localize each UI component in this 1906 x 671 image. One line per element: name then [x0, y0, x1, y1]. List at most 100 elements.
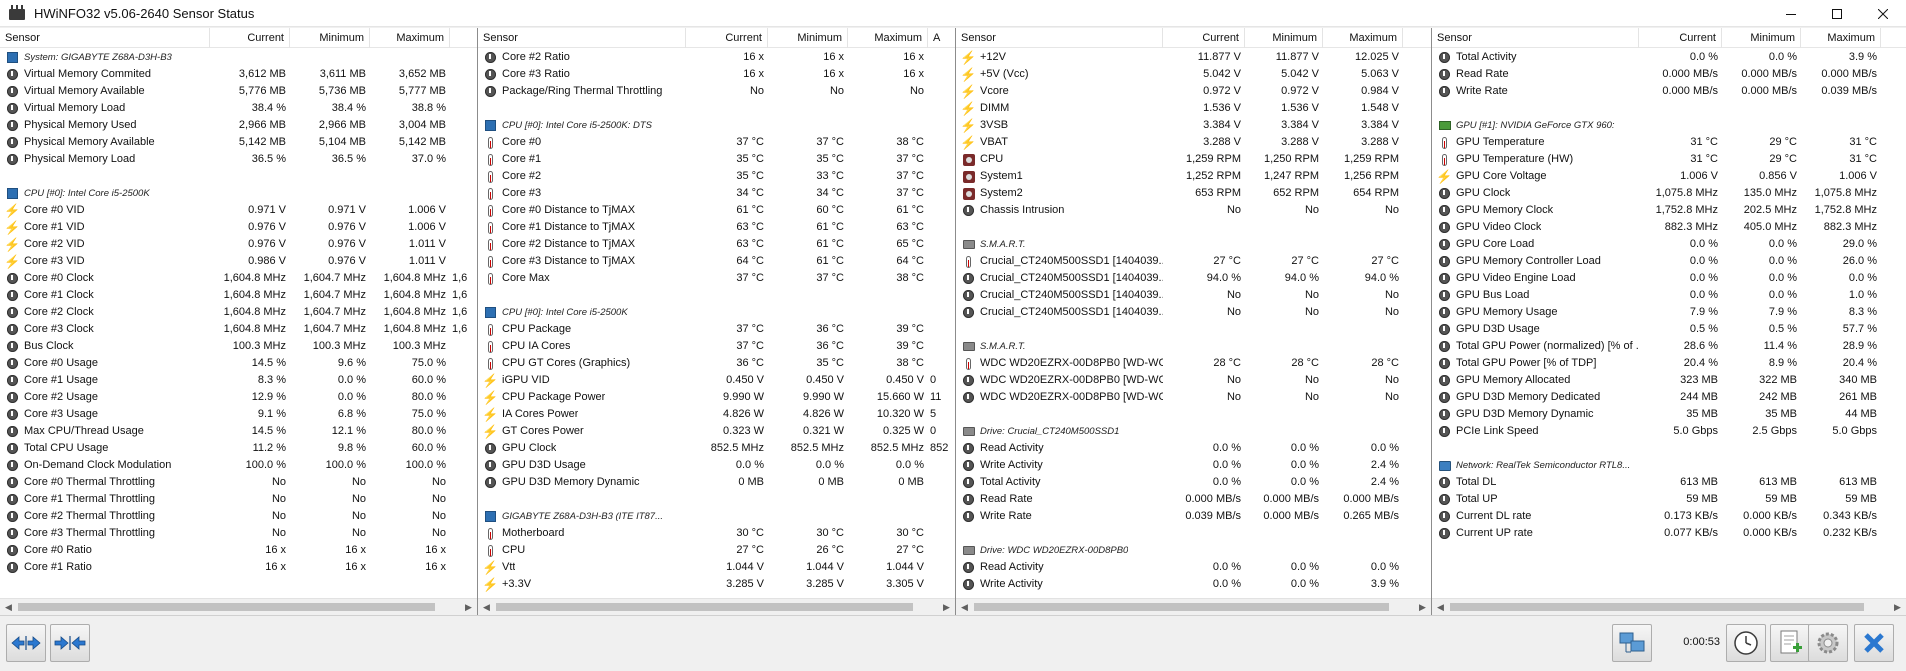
sensor-row[interactable]: Core #0 Ratio 16 x 16 x 16 x — [0, 542, 477, 559]
sensor-row[interactable]: Chassis Intrusion No No No — [956, 202, 1431, 219]
sensor-row[interactable]: CPU IA Cores 37 °C 36 °C 39 °C — [478, 338, 955, 355]
sensor-group-header[interactable]: CPU [#0]: Intel Core i5-2500K: DTS — [478, 117, 955, 134]
sensor-row[interactable]: Core #3 Distance to TjMAX 64 °C 61 °C 64 °C — [478, 253, 955, 270]
sensor-row[interactable]: ⚡ VBAT 3.288 V 3.288 V 3.288 V — [956, 134, 1431, 151]
minimize-button[interactable] — [1768, 0, 1814, 27]
horizontal-scrollbar[interactable]: ◀ ▶ — [1432, 598, 1906, 615]
sensor-row[interactable]: ⚡ +5V (Vcc) 5.042 V 5.042 V 5.063 V — [956, 66, 1431, 83]
sensor-row[interactable]: Read Activity 0.0 % 0.0 % 0.0 % — [956, 559, 1431, 576]
sensor-row[interactable]: Core #3 Ratio 16 x 16 x 16 x — [478, 66, 955, 83]
sensor-row[interactable]: ⚡ 3VSB 3.384 V 3.384 V 3.384 V — [956, 117, 1431, 134]
sensor-row[interactable]: ⚡ Core #1 VID 0.976 V 0.976 V 1.006 V — [0, 219, 477, 236]
sensor-row[interactable]: GPU Memory Usage 7.9 % 7.9 % 8.3 % — [1432, 304, 1906, 321]
scroll-left-icon[interactable]: ◀ — [478, 599, 495, 615]
sensor-row[interactable]: GPU Memory Allocated 323 MB 322 MB 340 MB — [1432, 372, 1906, 389]
column-header-sensor[interactable]: Sensor — [478, 28, 686, 48]
sensor-row[interactable]: Core #2 35 °C 33 °C 37 °C — [478, 168, 955, 185]
column-header-maximum[interactable]: Maximum — [1801, 28, 1881, 48]
sensor-row[interactable]: Write Activity 0.0 % 0.0 % 3.9 % — [956, 576, 1431, 593]
sensor-row[interactable]: Core #0 Thermal Throttling No No No — [0, 474, 477, 491]
sensor-row[interactable]: Core #1 Clock 1,604.8 MHz 1,604.7 MHz 1,604… — [0, 287, 477, 304]
scroll-thumb[interactable] — [974, 603, 1389, 611]
sensor-row[interactable]: Core #1 Distance to TjMAX 63 °C 61 °C 63 °C — [478, 219, 955, 236]
sensor-row[interactable]: GPU Bus Load 0.0 % 0.0 % 1.0 % — [1432, 287, 1906, 304]
sensor-row[interactable]: ⚡ +3.3V 3.285 V 3.285 V 3.305 V — [478, 576, 955, 593]
sensor-row[interactable]: Write Activity 0.0 % 0.0 % 2.4 % — [956, 457, 1431, 474]
column-header-sensor[interactable]: Sensor — [956, 28, 1163, 48]
sensor-row[interactable]: Core #1 Thermal Throttling No No No — [0, 491, 477, 508]
sensor-row[interactable]: ⚡ CPU Package Power 9.990 W 9.990 W 15.660 W… — [478, 389, 955, 406]
network-button[interactable] — [1612, 624, 1652, 662]
sensor-row[interactable]: ⚡ GT Cores Power 0.323 W 0.321 W 0.325 W 0 — [478, 423, 955, 440]
sensor-row[interactable]: ⚡ IA Cores Power 4.826 W 4.826 W 10.320 W 5 — [478, 406, 955, 423]
sensor-row[interactable]: Crucial_CT240M500SSD1 [1404039... 94.0 % 9… — [956, 270, 1431, 287]
sensor-row[interactable]: Core #0 Clock 1,604.8 MHz 1,604.7 MHz 1,604… — [0, 270, 477, 287]
sensor-row[interactable]: GPU Video Clock 882.3 MHz 405.0 MHz 882.3 M… — [1432, 219, 1906, 236]
sensor-group-header[interactable]: System: GIGABYTE Z68A-D3H-B3 — [0, 49, 477, 66]
column-header-minimum[interactable]: Minimum — [1245, 28, 1323, 48]
sensor-row[interactable]: Core #2 Clock 1,604.8 MHz 1,604.7 MHz 1,604… — [0, 304, 477, 321]
sensor-row[interactable]: Core #0 37 °C 37 °C 38 °C — [478, 134, 955, 151]
sensor-row[interactable]: CPU GT Cores (Graphics) 36 °C 35 °C 38 °C — [478, 355, 955, 372]
sensor-row[interactable]: Core #3 Thermal Throttling No No No — [0, 525, 477, 542]
sensor-row[interactable]: System1 1,252 RPM 1,247 RPM 1,256 RPM — [956, 168, 1431, 185]
sensor-row[interactable]: GPU Memory Controller Load 0.0 % 0.0 % 26.0… — [1432, 253, 1906, 270]
sensor-row[interactable]: ⚡ iGPU VID 0.450 V 0.450 V 0.450 V 0 — [478, 372, 955, 389]
column-header-maximum[interactable]: Maximum — [848, 28, 928, 48]
sensor-row[interactable]: GPU Temperature (HW) 31 °C 29 °C 31 °C — [1432, 151, 1906, 168]
sensor-panel-2[interactable]: Sensor Current Minimum Maximum A Core #2 Rati… — [478, 28, 956, 615]
sensor-row[interactable]: WDC WD20EZRX-00D8PB0 [WD-WC... No No No — [956, 372, 1431, 389]
sensor-group-header[interactable]: S.M.A.R.T. — [956, 236, 1431, 253]
sensor-row[interactable]: ⚡ GPU Core Voltage 1.006 V 0.856 V 1.006 V — [1432, 168, 1906, 185]
sensor-row[interactable]: Total GPU Power [% of TDP] 20.4 % 8.9 % 20.… — [1432, 355, 1906, 372]
horizontal-scrollbar[interactable]: ◀ ▶ — [478, 598, 955, 615]
sensor-row[interactable]: CPU Package 37 °C 36 °C 39 °C — [478, 321, 955, 338]
sensor-row[interactable]: Core #2 Usage 12.9 % 0.0 % 80.0 % — [0, 389, 477, 406]
sensor-row[interactable]: GPU Clock 1,075.8 MHz 135.0 MHz 1,075.8 MHz — [1432, 185, 1906, 202]
sensor-row[interactable]: Core #2 Thermal Throttling No No No — [0, 508, 477, 525]
column-header-current[interactable]: Current — [210, 28, 290, 48]
close-sensors-button[interactable] — [1854, 624, 1894, 662]
sensor-row[interactable]: Core Max 37 °C 37 °C 38 °C — [478, 270, 955, 287]
sensor-row[interactable]: Write Rate 0.000 MB/s 0.000 MB/s 0.039 MB/s — [1432, 83, 1906, 100]
sensor-group-header[interactable]: Drive: Crucial_CT240M500SSD1 — [956, 423, 1431, 440]
sensor-row[interactable]: Virtual Memory Available 5,776 MB 5,736 MB… — [0, 83, 477, 100]
sensor-row[interactable]: ⚡ Core #0 VID 0.971 V 0.971 V 1.006 V — [0, 202, 477, 219]
column-header-sensor[interactable]: Sensor — [1432, 28, 1639, 48]
scroll-left-icon[interactable]: ◀ — [956, 599, 973, 615]
sensor-row[interactable]: Total Activity 0.0 % 0.0 % 2.4 % — [956, 474, 1431, 491]
sensor-row[interactable]: Package/Ring Thermal Throttling No No No — [478, 83, 955, 100]
sensor-panel-3[interactable]: Sensor Current Minimum Maximum ⚡ +12V 11.877 V… — [956, 28, 1432, 615]
sensor-row[interactable]: GPU D3D Memory Dedicated 244 MB 242 MB 261 … — [1432, 389, 1906, 406]
sensor-row[interactable]: Crucial_CT240M500SSD1 [1404039... 27 °C 27… — [956, 253, 1431, 270]
sensor-row[interactable]: GPU Video Engine Load 0.0 % 0.0 % 0.0 % — [1432, 270, 1906, 287]
column-header-minimum[interactable]: Minimum — [768, 28, 848, 48]
sensor-row[interactable]: Total DL 613 MB 613 MB 613 MB — [1432, 474, 1906, 491]
sensor-row[interactable]: Core #3 Usage 9.1 % 6.8 % 75.0 % — [0, 406, 477, 423]
sensor-group-header[interactable]: GIGABYTE Z68A-D3H-B3 (ITE IT87... — [478, 508, 955, 525]
expand-columns-button[interactable] — [6, 624, 46, 662]
sensor-row[interactable]: ⚡ +12V 11.877 V 11.877 V 12.025 V — [956, 49, 1431, 66]
sensor-row[interactable]: Core #2 Distance to TjMAX 63 °C 61 °C 65 °C — [478, 236, 955, 253]
log-button[interactable] — [1770, 624, 1810, 662]
clock-button[interactable] — [1726, 624, 1766, 662]
sensor-row[interactable]: GPU Memory Clock 1,752.8 MHz 202.5 MHz 1,75… — [1432, 202, 1906, 219]
sensor-row[interactable]: Physical Memory Available 5,142 MB 5,104 M… — [0, 134, 477, 151]
scroll-right-icon[interactable]: ▶ — [1414, 599, 1431, 615]
sensor-row[interactable]: Physical Memory Used 2,966 MB 2,966 MB 3,00… — [0, 117, 477, 134]
sensor-row[interactable]: GPU D3D Usage 0.5 % 0.5 % 57.7 % — [1432, 321, 1906, 338]
sensor-row[interactable]: Virtual Memory Commited 3,612 MB 3,611 MB 3… — [0, 66, 477, 83]
sensor-row[interactable]: GPU D3D Memory Dynamic 35 MB 35 MB 44 MB — [1432, 406, 1906, 423]
sensor-row[interactable]: Total Activity 0.0 % 0.0 % 3.9 % — [1432, 49, 1906, 66]
sensor-row[interactable]: ⚡ Vtt 1.044 V 1.044 V 1.044 V — [478, 559, 955, 576]
sensor-group-header[interactable]: CPU [#0]: Intel Core i5-2500K — [0, 185, 477, 202]
column-header-current[interactable]: Current — [686, 28, 768, 48]
sensor-row[interactable]: GPU Core Load 0.0 % 0.0 % 29.0 % — [1432, 236, 1906, 253]
sensor-row[interactable]: CPU 27 °C 26 °C 27 °C — [478, 542, 955, 559]
sensor-row[interactable]: WDC WD20EZRX-00D8PB0 [WD-WC... No No No — [956, 389, 1431, 406]
sensor-row[interactable]: Current DL rate 0.173 KB/s 0.000 KB/s 0.343… — [1432, 508, 1906, 525]
column-header-minimum[interactable]: Minimum — [1722, 28, 1801, 48]
column-header-maximum[interactable]: Maximum — [1323, 28, 1403, 48]
sensor-row[interactable]: Read Activity 0.0 % 0.0 % 0.0 % — [956, 440, 1431, 457]
sensor-row[interactable]: Total UP 59 MB 59 MB 59 MB — [1432, 491, 1906, 508]
